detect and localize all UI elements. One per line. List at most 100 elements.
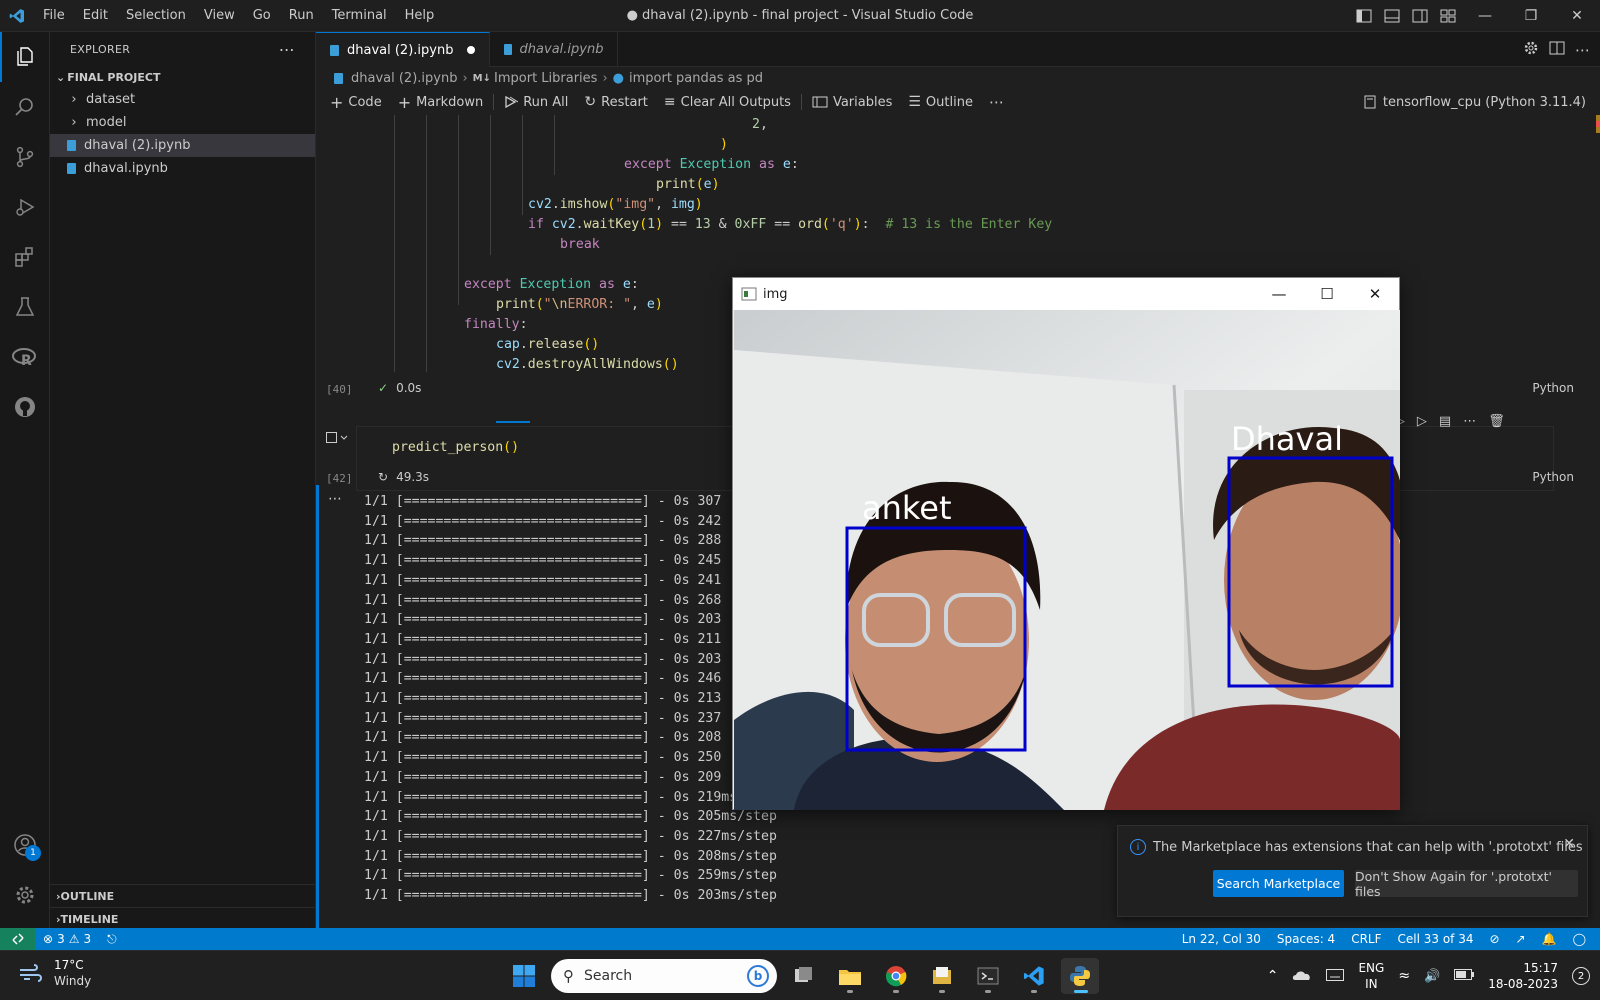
- cell-language[interactable]: Python: [1532, 381, 1574, 395]
- tab-dhaval-ipynb[interactable]: dhaval.ipynb: [490, 32, 619, 67]
- customize-layout-icon[interactable]: [1434, 0, 1462, 32]
- bell-icon[interactable]: 🔔: [1534, 932, 1565, 946]
- menu-file[interactable]: File: [34, 0, 74, 32]
- close-icon[interactable]: ✕: [1563, 836, 1575, 852]
- taskbar-search[interactable]: ⚲ Search b: [551, 959, 777, 993]
- code-line[interactable]: except Exception as e:: [464, 275, 639, 295]
- run-all-button[interactable]: Run All: [496, 91, 576, 113]
- cursor-position[interactable]: Ln 22, Col 30: [1174, 932, 1269, 946]
- code-line[interactable]: finally:: [464, 315, 528, 335]
- code-line[interactable]: except Exception as e:: [624, 155, 799, 175]
- show-hidden-icons-icon[interactable]: ⌃: [1267, 968, 1279, 984]
- restore-icon[interactable]: ❐: [1508, 0, 1554, 32]
- task-view-icon[interactable]: [785, 958, 823, 994]
- kernel-picker[interactable]: tensorflow_cpu (Python 3.11.4): [1363, 89, 1586, 115]
- maximize-icon[interactable]: ☐: [1303, 278, 1351, 310]
- img-window-titlebar[interactable]: img — ☐ ✕: [733, 278, 1399, 310]
- menu-go[interactable]: Go: [244, 0, 280, 32]
- breadcrumb-cell[interactable]: import pandas as pd: [629, 71, 763, 86]
- code-line[interactable]: predict_person(): [392, 438, 519, 458]
- folder-app-icon[interactable]: [923, 958, 961, 994]
- code-line[interactable]: cv2.destroyAllWindows(): [496, 355, 679, 375]
- terminal-icon[interactable]: [969, 958, 1007, 994]
- file-explorer-icon[interactable]: [831, 958, 869, 994]
- tree-item-model[interactable]: › model: [50, 111, 315, 134]
- chrome-icon[interactable]: [877, 958, 915, 994]
- restart-button[interactable]: ↻ Restart: [576, 91, 655, 113]
- indentation[interactable]: Spaces: 4: [1269, 932, 1343, 946]
- explorer-icon[interactable]: [0, 32, 50, 82]
- menu-view[interactable]: View: [195, 0, 244, 32]
- keyboard-icon[interactable]: [1326, 968, 1345, 984]
- breadcrumb-file[interactable]: dhaval (2).ipynb: [351, 71, 457, 86]
- add-markdown-cell-button[interactable]: + Markdown: [390, 91, 492, 113]
- extensions-icon[interactable]: [0, 232, 50, 282]
- accounts-icon[interactable]: 1: [0, 820, 50, 870]
- add-code-cell-button[interactable]: + Code: [322, 91, 390, 113]
- minimize-icon[interactable]: —: [1255, 278, 1303, 310]
- execute-below-icon[interactable]: ▷: [1417, 414, 1427, 429]
- menu-terminal[interactable]: Terminal: [323, 0, 396, 32]
- wifi-icon[interactable]: ≈: [1398, 968, 1410, 984]
- variables-button[interactable]: Variables: [804, 91, 900, 113]
- folder-section-header[interactable]: ⌄ FINAL PROJECT: [50, 66, 315, 88]
- search-icon[interactable]: [0, 82, 50, 132]
- more-actions-icon[interactable]: ⋯: [1575, 41, 1590, 59]
- menu-selection[interactable]: Selection: [117, 0, 195, 32]
- breadcrumb-section[interactable]: Import Libraries: [494, 71, 597, 86]
- battery-icon[interactable]: [1454, 969, 1475, 983]
- clock[interactable]: 15:17 18-08-2023: [1488, 960, 1558, 992]
- dont-show-again-button[interactable]: Don't Show Again for '.prototxt' files: [1355, 869, 1578, 899]
- more-actions-icon[interactable]: ⋯: [279, 40, 295, 59]
- delete-cell-icon[interactable]: 🗑: [1488, 414, 1505, 429]
- weather-widget[interactable]: 17°C Windy: [18, 957, 91, 989]
- end-of-line[interactable]: CRLF: [1343, 932, 1389, 946]
- tree-item-dataset[interactable]: › dataset: [50, 88, 315, 111]
- menu-help[interactable]: Help: [396, 0, 444, 32]
- settings-gear-icon[interactable]: [1523, 40, 1539, 60]
- outline-button[interactable]: ☰ Outline: [900, 91, 981, 113]
- tree-item-dhaval-2-ipynb[interactable]: dhaval (2).ipynb: [50, 134, 315, 157]
- code-line[interactable]: 2,: [752, 115, 768, 135]
- problems-indicator[interactable]: ⊗ 3 ⚠ 3: [35, 932, 99, 946]
- opencv-img-window[interactable]: img — ☐ ✕ anket Dhaval: [732, 277, 1400, 810]
- onedrive-icon[interactable]: [1292, 969, 1312, 984]
- menu-run[interactable]: Run: [280, 0, 323, 32]
- no-sync-icon[interactable]: ⊘: [1481, 932, 1507, 946]
- notification-center-badge[interactable]: 2: [1572, 967, 1590, 985]
- run-debug-icon[interactable]: [0, 182, 50, 232]
- github-icon[interactable]: [0, 382, 50, 432]
- toggle-secondary-sidebar-icon[interactable]: [1406, 0, 1434, 32]
- live-share-icon[interactable]: ↗: [1508, 932, 1534, 946]
- r-language-icon[interactable]: R: [0, 332, 50, 382]
- source-control-icon[interactable]: [0, 132, 50, 182]
- port-forward-icon[interactable]: ⎋: [99, 932, 125, 947]
- more-toolbar-actions-icon[interactable]: ⋯: [981, 91, 1012, 113]
- minimize-icon[interactable]: —: [1462, 0, 1508, 32]
- split-editor-icon[interactable]: [1549, 40, 1565, 60]
- tree-item-dhaval-ipynb[interactable]: dhaval.ipynb: [50, 157, 315, 180]
- toggle-primary-sidebar-icon[interactable]: [1350, 0, 1378, 32]
- unsaved-dot-icon[interactable]: [467, 46, 476, 54]
- outline-section[interactable]: › OUTLINE: [50, 884, 316, 907]
- timeline-section[interactable]: › TIMELINE: [50, 907, 316, 930]
- toggle-panel-icon[interactable]: [1378, 0, 1406, 32]
- code-line[interactable]: print(e): [656, 175, 720, 195]
- input-language[interactable]: ENG IN: [1358, 960, 1384, 992]
- vscode-taskbar-icon[interactable]: [1015, 958, 1053, 994]
- close-icon[interactable]: ✕: [1554, 0, 1600, 32]
- python-taskbar-icon[interactable]: [1061, 958, 1099, 994]
- start-button[interactable]: [505, 958, 543, 994]
- split-cell-icon[interactable]: ▤: [1439, 414, 1451, 429]
- feedback-icon[interactable]: ◯: [1565, 932, 1594, 946]
- testing-icon[interactable]: [0, 282, 50, 332]
- code-line[interactable]: if cv2.waitKey(1) == 13 & 0xFF == ord('q…: [528, 215, 1052, 235]
- cell-language[interactable]: Python: [1532, 470, 1574, 484]
- cell-select-checkbox[interactable]: [326, 431, 350, 449]
- menu-edit[interactable]: Edit: [74, 0, 117, 32]
- code-line[interactable]: break: [560, 235, 600, 255]
- manage-gear-icon[interactable]: [0, 870, 50, 920]
- cell-indicator[interactable]: Cell 33 of 34: [1390, 932, 1482, 946]
- close-icon[interactable]: ✕: [1351, 278, 1399, 310]
- code-line[interactable]: cap.release(): [496, 335, 599, 355]
